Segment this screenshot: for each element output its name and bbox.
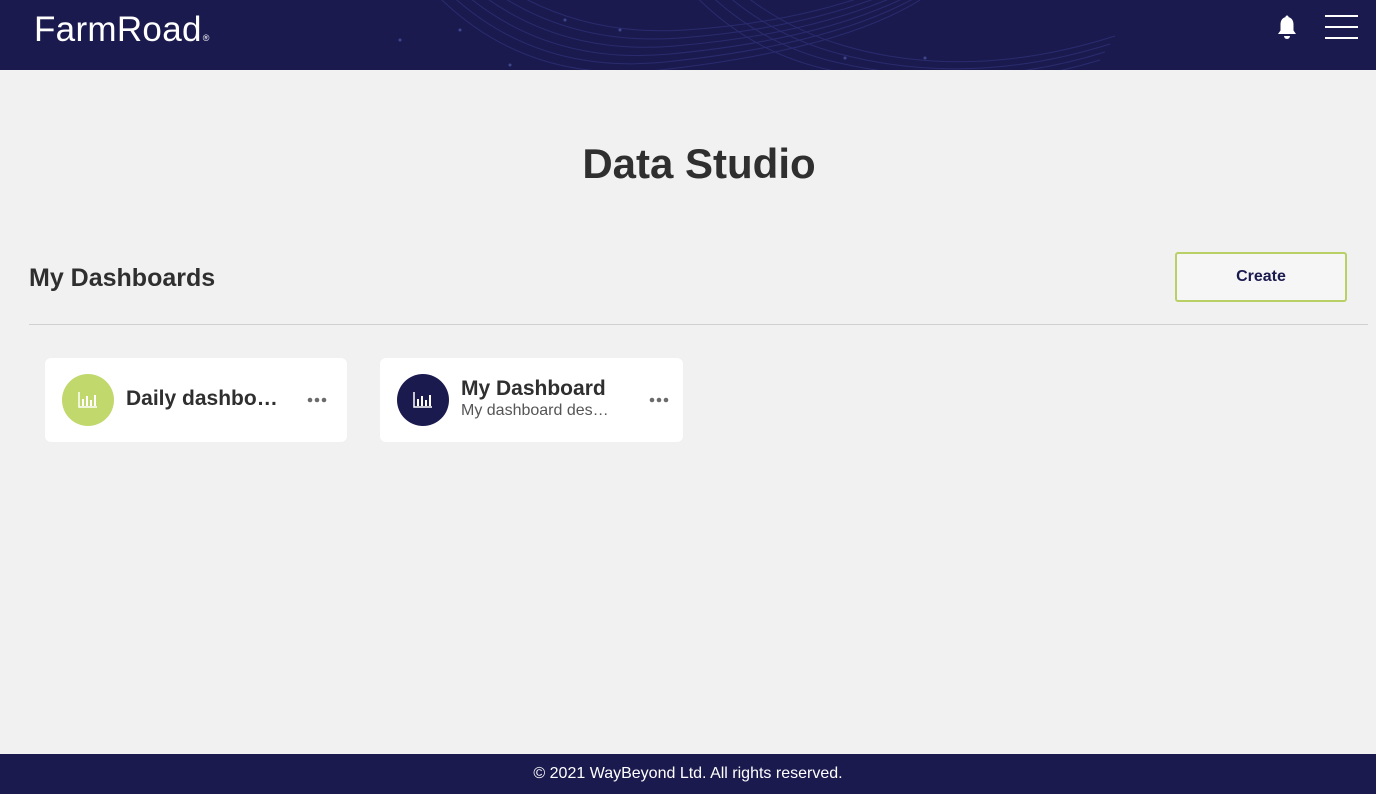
dashboard-card[interactable]: Daily dashboard [45, 358, 347, 442]
top-navigation-bar: FarmRoad® [0, 0, 1376, 70]
dashboard-avatar [62, 374, 114, 426]
dashboard-avatar [397, 374, 449, 426]
create-button[interactable]: Create [1175, 252, 1347, 302]
more-options-icon[interactable] [306, 394, 328, 406]
logo-text: FarmRoad [34, 10, 202, 49]
page-title: Data Studio [582, 140, 816, 187]
footer: © 2021 WayBeyond Ltd. All rights reserve… [0, 754, 1376, 794]
section-title: My Dashboards [29, 264, 216, 292]
section-divider [29, 324, 1368, 325]
farmroad-logo[interactable]: FarmRoad® [34, 11, 210, 57]
dashboard-title: Daily dashboard [126, 387, 281, 410]
copyright-text: © 2021 WayBeyond Ltd. All rights reserve… [533, 765, 843, 782]
bar-chart-icon [413, 392, 432, 408]
registered-mark: ® [202, 33, 210, 43]
dashboard-description: My dashboard description [461, 402, 616, 419]
bar-chart-icon [78, 392, 97, 408]
dashboard-title: My Dashboard [461, 377, 606, 400]
more-options-icon[interactable] [648, 394, 670, 406]
header-decorative-pattern [398, 0, 1116, 70]
hamburger-menu-icon[interactable] [1325, 14, 1358, 40]
bell-icon[interactable] [1276, 15, 1298, 41]
dashboard-card[interactable]: My Dashboard My dashboard description [380, 358, 683, 442]
